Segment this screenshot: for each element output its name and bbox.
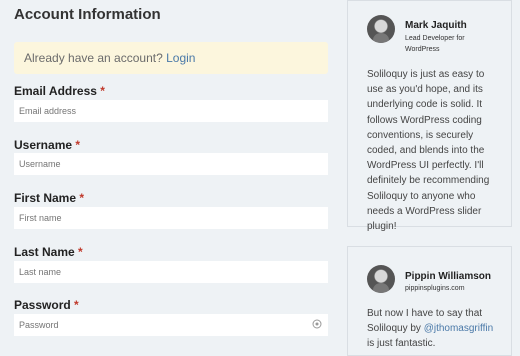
first-name-label-text: First Name — [14, 191, 77, 205]
username-label-text: Username — [14, 138, 73, 152]
first-name-field[interactable] — [14, 207, 328, 229]
login-notice: Already have an account? Login — [14, 42, 328, 74]
last-name-label-text: Last Name — [14, 245, 75, 259]
required-marker: * — [100, 84, 105, 98]
login-link[interactable]: Login — [166, 51, 195, 65]
avatar — [367, 15, 395, 43]
last-name-label: Last Name * — [14, 245, 83, 259]
author-title-line: WordPress — [405, 46, 440, 53]
testimonial-quote: Soliloquy is just as easy to use as you'… — [367, 69, 490, 233]
password-field-wrapper — [14, 314, 328, 336]
password-field[interactable] — [14, 314, 328, 336]
account-form: Account Information Already have an acco… — [0, 0, 340, 353]
author-title: Lead Developer for WordPress — [405, 33, 465, 55]
required-marker: * — [74, 298, 79, 312]
email-field[interactable] — [14, 100, 328, 122]
password-label-text: Password — [14, 298, 71, 312]
username-label: Username * — [14, 138, 80, 152]
avatar — [367, 265, 395, 293]
mention-link[interactable]: @jthomasgriffin — [424, 323, 493, 334]
password-label: Password * — [14, 298, 79, 312]
first-name-label: First Name * — [14, 191, 84, 205]
section-title: Account Information — [14, 6, 161, 23]
password-strength-icon[interactable] — [312, 319, 322, 329]
email-label-text: Email Address — [14, 84, 97, 98]
required-marker: * — [78, 245, 83, 259]
quote-text: is just fantastic. — [367, 338, 436, 350]
author-site: pippinsplugins.com — [405, 285, 465, 292]
login-notice-text: Already have an account? — [24, 51, 163, 65]
email-label: Email Address * — [14, 84, 105, 98]
required-marker: * — [75, 138, 81, 152]
testimonial-card: Pippin Williamson pippinsplugins.com But… — [347, 246, 512, 356]
author-name: Mark Jaquith — [405, 20, 467, 31]
username-field[interactable] — [14, 153, 328, 175]
last-name-field[interactable] — [14, 261, 328, 283]
testimonial-card: Mark Jaquith Lead Developer for WordPres… — [347, 0, 512, 232]
required-marker: * — [79, 191, 85, 205]
testimonial-quote: But now I have to say that Soliloquy by … — [367, 306, 502, 352]
author-title-line: Lead Developer for — [405, 35, 465, 42]
author-name: Pippin Williamson — [405, 271, 492, 282]
